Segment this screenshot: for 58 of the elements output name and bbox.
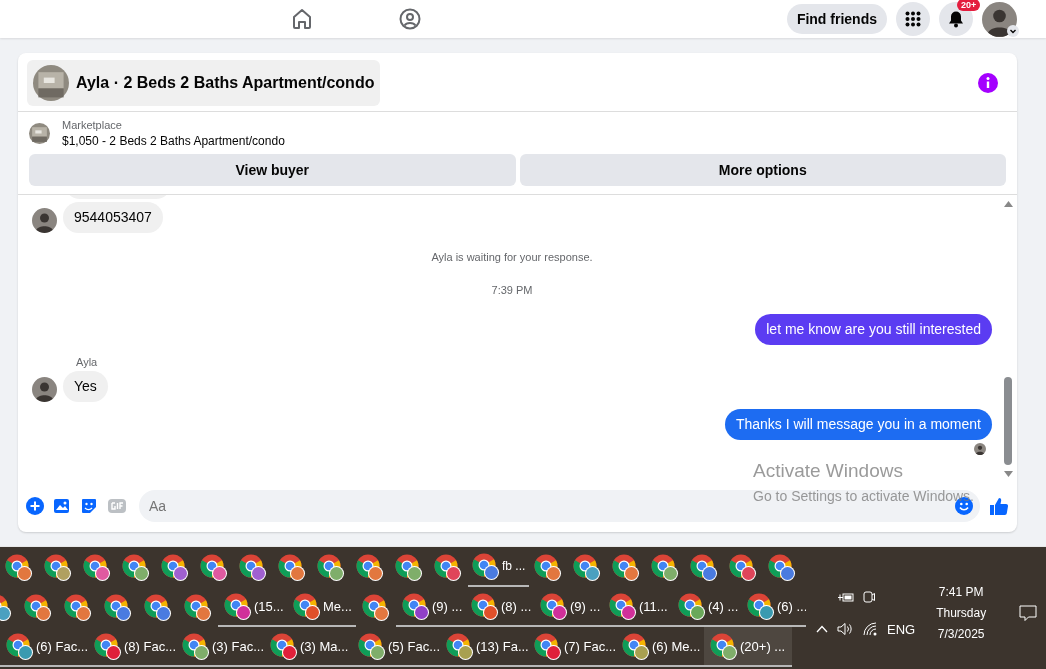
listing-source: Marketplace: [62, 119, 123, 131]
sticker-icon[interactable]: [80, 497, 98, 515]
taskbar-button[interactable]: (7) Fac...: [528, 627, 616, 667]
taskbar-button[interactable]: (6) Fac...: [0, 627, 88, 667]
taskbar-button[interactable]: Me...: [287, 587, 356, 627]
clock[interactable]: 7:41 PM Thursday 7/3/2025: [915, 581, 1008, 645]
profile-avatar: [982, 1, 1017, 37]
people-icon[interactable]: [398, 7, 422, 31]
taskbar-button[interactable]: (9) ...: [396, 587, 465, 627]
find-friends-button[interactable]: Find friends: [786, 4, 887, 34]
wifi-icon[interactable]: [863, 622, 878, 636]
seen-avatar: [974, 443, 986, 455]
taskbar-button[interactable]: (3) Ma...: [264, 627, 352, 667]
grid-icon: [905, 11, 921, 27]
system-message: Ayla is waiting for your response.: [430, 251, 594, 263]
message-bubble: let me know are you still interested: [755, 314, 992, 345]
bell-icon: [947, 10, 965, 28]
home-icon[interactable]: [290, 7, 314, 31]
camera-icon[interactable]: [863, 590, 875, 604]
battery-icon[interactable]: [838, 591, 854, 603]
chevron-up-icon[interactable]: [816, 625, 828, 633]
message-bubble: Thanks I will message you in a moment: [724, 409, 992, 440]
menu-button[interactable]: [896, 2, 930, 36]
conversation-title-pill[interactable]: Ayla · 2 Beds 2 Baths Apartment/condo: [27, 60, 381, 106]
image-icon[interactable]: [53, 497, 71, 515]
sender-name: Ayla: [76, 356, 99, 368]
taskbar-button[interactable]: (9) ...: [534, 587, 603, 627]
chevron-down-icon[interactable]: [1007, 24, 1019, 37]
message-timestamp: 7:39 PM: [490, 284, 534, 296]
listing-photo: [33, 65, 69, 101]
taskbar-button[interactable]: (3) Fac...: [176, 627, 264, 667]
message-bubble: 9544053407: [63, 202, 163, 233]
taskbar-button[interactable]: fb ...: [468, 547, 530, 587]
taskbar-button[interactable]: (20+) ...: [704, 627, 792, 667]
notification-center-icon[interactable]: [1019, 604, 1038, 622]
message-bubble: Yes: [63, 371, 108, 402]
scroll-down-arrow[interactable]: [1003, 471, 1013, 477]
listing-photo: [29, 123, 50, 144]
notification-badge: 20+: [957, 0, 981, 11]
scrollbar-thumb[interactable]: [1004, 377, 1012, 465]
taskbar-button[interactable]: (13) Fa...: [440, 627, 528, 667]
speaker-icon[interactable]: [837, 622, 854, 636]
info-icon[interactable]: [978, 73, 998, 93]
add-icon[interactable]: [26, 497, 44, 515]
taskbar-button[interactable]: (11...: [603, 587, 672, 627]
activation-notice: Go to Settings to activate Windows.: [753, 488, 974, 504]
activation-title: Activate Windows: [753, 460, 904, 482]
listing-summary: $1,050 - 2 Beds 2 Baths Apartment/condo: [62, 134, 285, 148]
scroll-up-arrow[interactable]: [1003, 201, 1013, 207]
taskbar-button[interactable]: (15...: [218, 587, 287, 627]
conversation-title: Ayla · 2 Beds 2 Baths Apartment/condo: [76, 74, 375, 92]
language-indicator[interactable]: ENG: [887, 621, 916, 637]
taskbar-button[interactable]: (8) Fac...: [88, 627, 176, 667]
thumbs-up-icon[interactable]: [989, 496, 1009, 516]
taskbar-button[interactable]: (8) ...: [465, 587, 534, 627]
view-buyer-button[interactable]: View buyer: [29, 154, 516, 186]
taskbar-button[interactable]: (5) Fac...: [352, 627, 440, 667]
more-options-button[interactable]: More options: [519, 154, 1006, 186]
